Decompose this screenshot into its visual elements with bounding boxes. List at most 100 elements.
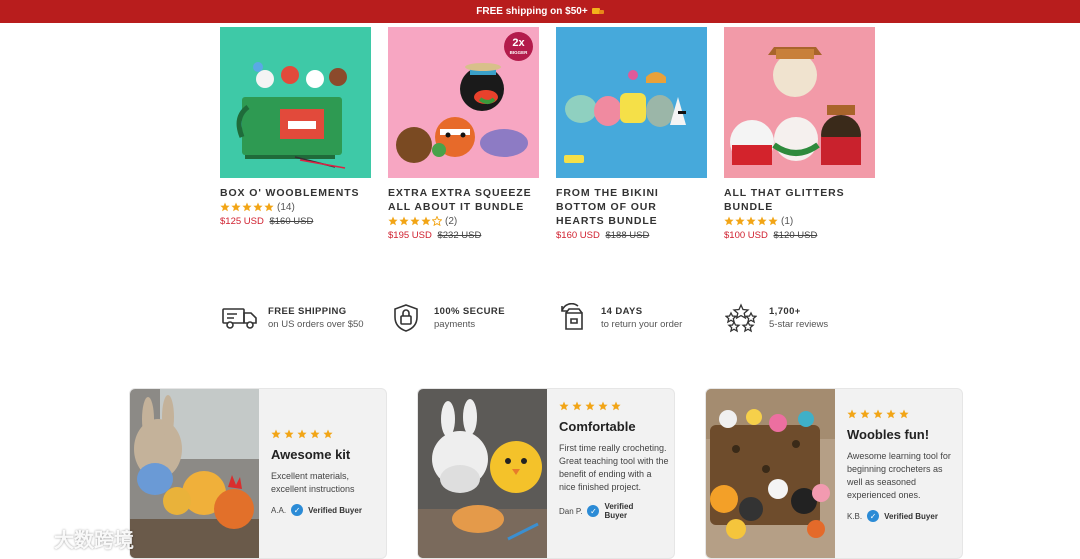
watermark-logo-icon <box>8 527 48 551</box>
feature-free-shipping: FREE SHIPPING on US orders over $50 <box>222 300 364 336</box>
review-card: Woobles fun! Awesome learning tool for b… <box>705 388 963 559</box>
rating-count: (1) <box>781 215 794 227</box>
review-author: Dan P. ✓ Verified Buyer <box>559 502 669 520</box>
verified-check-icon: ✓ <box>867 510 880 522</box>
badge-label: BIGGER <box>509 50 528 55</box>
rating-count: (14) <box>277 201 295 213</box>
feature-heading: 14 DAYS <box>601 306 643 317</box>
product-price: $100 USD $120 USD <box>724 230 875 241</box>
sale-price: $125 USD <box>220 216 264 227</box>
review-card: Awesome kit Excellent materials, excelle… <box>129 388 387 559</box>
review-text: Awesome learning tool for beginning croc… <box>847 451 951 500</box>
star-icon <box>598 401 608 411</box>
product-rating: (2) <box>388 214 539 228</box>
star-icon <box>899 409 909 419</box>
feature-subtext: 5-star reviews <box>769 319 829 330</box>
product-image[interactable]: 2x BIGGER <box>388 27 539 178</box>
star-icon <box>611 401 621 411</box>
star-icon <box>559 401 569 411</box>
review-stars <box>271 429 381 439</box>
star-icon <box>253 202 263 212</box>
star-icon <box>271 429 281 439</box>
star-icon <box>860 409 870 419</box>
verified-label: Verified Buyer <box>308 505 362 515</box>
star-icon <box>724 216 734 226</box>
free-shipping-banner[interactable]: FREE shipping on $50+ <box>0 0 1080 23</box>
rating-stars <box>724 216 778 226</box>
star-icon <box>242 202 252 212</box>
watermark: 大数跨境 <box>8 524 134 553</box>
verified-label: Verified Buyer <box>604 502 634 520</box>
rating-stars <box>388 216 442 226</box>
product-card[interactable]: BOX O' WOOBLEMENTS (14) $125 USD $160 US… <box>220 27 371 227</box>
star-icon <box>585 401 595 411</box>
star-icon <box>421 216 431 226</box>
feature-reviews: 1,700+ 5-star reviews <box>723 300 828 336</box>
review-stars <box>847 409 957 419</box>
star-icon <box>284 429 294 439</box>
feature-subtext: payments <box>434 319 476 330</box>
feature-subtext: to return your order <box>601 319 683 330</box>
sale-price: $195 USD <box>388 230 432 241</box>
star-icon <box>220 202 230 212</box>
author-name: K.B. <box>847 511 863 521</box>
review-photo <box>706 389 835 558</box>
product-card[interactable]: 2x BIGGER EXTRA EXTRA SQUEEZE ALL ABOUT … <box>388 27 539 241</box>
star-icon <box>746 216 756 226</box>
product-price: $195 USD $232 USD <box>388 230 539 241</box>
review-card: Comfortable First time really crocheting… <box>417 388 675 559</box>
star-icon <box>410 216 420 226</box>
review-title: Awesome kit <box>271 447 351 462</box>
author-name: A.A. <box>271 505 287 515</box>
star-icon <box>886 409 896 419</box>
review-author: K.B. ✓ Verified Buyer <box>847 510 957 522</box>
star-empty-icon <box>432 216 442 226</box>
product-title[interactable]: BOX O' WOOBLEMENTS <box>220 186 371 200</box>
review-text: First time really crocheting. Great teac… <box>559 443 669 492</box>
verified-check-icon: ✓ <box>291 504 304 516</box>
product-image[interactable] <box>724 27 875 178</box>
watermark-text: 大数跨境 <box>54 530 134 552</box>
product-title[interactable]: FROM THE BIKINI BOTTOM OF OUR HEARTS BUN… <box>556 186 707 228</box>
product-title[interactable]: EXTRA EXTRA SQUEEZE ALL ABOUT IT BUNDLE <box>388 186 539 214</box>
star-icon <box>757 216 767 226</box>
review-photo <box>130 389 259 558</box>
truck-icon <box>222 300 258 336</box>
compare-price: $120 USD <box>773 230 818 241</box>
product-rating: (1) <box>724 214 875 228</box>
product-image[interactable] <box>556 27 707 178</box>
shield-lock-icon <box>388 300 424 336</box>
feature-subtext: on US orders over $50 <box>268 319 364 330</box>
rating-stars <box>220 202 274 212</box>
badge-multiplier: 2x <box>512 37 525 49</box>
compare-price: $232 USD <box>437 230 482 241</box>
bigger-badge: 2x BIGGER <box>504 32 533 61</box>
review-author: A.A. ✓ Verified Buyer <box>271 504 381 516</box>
feature-heading: 1,700+ <box>769 306 801 317</box>
feature-returns: 14 DAYS to return your order <box>555 300 682 336</box>
product-card[interactable]: FROM THE BIKINI BOTTOM OF OUR HEARTS BUN… <box>556 27 707 241</box>
star-icon <box>264 202 274 212</box>
review-title: Comfortable <box>559 419 636 434</box>
product-price: $125 USD $160 USD <box>220 216 371 227</box>
stars-icon <box>723 300 759 336</box>
star-icon <box>323 429 333 439</box>
rating-count: (2) <box>445 215 458 227</box>
product-image[interactable] <box>220 27 371 178</box>
verified-label: Verified Buyer <box>884 511 938 521</box>
star-icon <box>297 429 307 439</box>
compare-price: $188 USD <box>605 230 650 241</box>
feature-secure: 100% SECURE payments <box>388 300 505 336</box>
star-icon <box>231 202 241 212</box>
star-icon <box>768 216 778 226</box>
product-title[interactable]: ALL THAT GLITTERS BUNDLE <box>724 186 875 214</box>
star-icon <box>847 409 857 419</box>
feature-heading: FREE SHIPPING <box>268 306 347 317</box>
star-icon <box>572 401 582 411</box>
review-photo <box>418 389 547 558</box>
product-card[interactable]: ALL THAT GLITTERS BUNDLE (1) $100 USD $1… <box>724 27 875 241</box>
banner-text: FREE shipping on $50+ <box>476 6 588 17</box>
verified-check-icon: ✓ <box>587 505 600 517</box>
review-text: Excellent materials, excellent instructi… <box>271 471 355 494</box>
return-box-icon <box>555 300 591 336</box>
